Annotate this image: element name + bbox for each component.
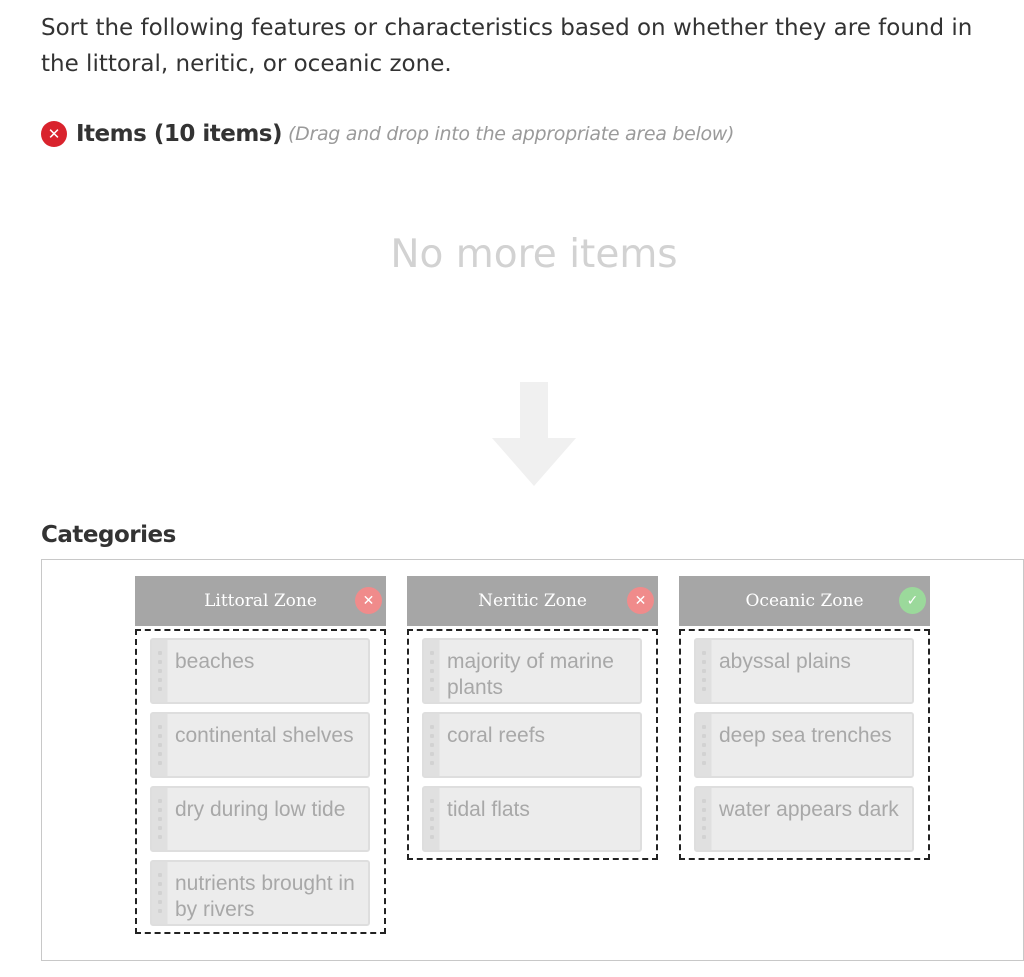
draggable-item[interactable]: continental shelves — [150, 712, 370, 778]
drag-handle-icon[interactable] — [424, 640, 440, 702]
category-header: Oceanic Zone ✓ — [679, 576, 930, 626]
draggable-item[interactable]: tidal flats — [422, 786, 642, 852]
drop-area[interactable]: beaches continental shelves dry during l… — [135, 629, 386, 934]
category-neritic-zone: Neritic Zone ✕ majority of marine plants… — [407, 576, 658, 860]
incorrect-icon: ✕ — [627, 587, 654, 614]
draggable-item[interactable]: nutrients brought in by rivers — [150, 860, 370, 926]
category-header: Littoral Zone ✕ — [135, 576, 386, 626]
item-label: nutrients brought in by rivers — [175, 872, 355, 921]
incorrect-icon: ✕ — [355, 587, 382, 614]
item-label: beaches — [175, 650, 255, 673]
drag-handle-icon[interactable] — [696, 788, 712, 850]
draggable-item[interactable]: deep sea trenches — [694, 712, 914, 778]
drag-handle-icon[interactable] — [152, 788, 168, 850]
drag-handle-icon[interactable] — [152, 862, 168, 924]
arrow-down-icon — [492, 382, 576, 486]
question-text: Sort the following features or character… — [41, 15, 973, 77]
drag-handle-icon[interactable] — [696, 714, 712, 776]
drag-handle-icon[interactable] — [152, 714, 168, 776]
empty-items-message: No more items — [390, 232, 678, 277]
item-label: coral reefs — [447, 724, 546, 747]
category-oceanic-zone: Oceanic Zone ✓ abyssal plains deep sea t… — [679, 576, 930, 860]
draggable-item[interactable]: water appears dark — [694, 786, 914, 852]
category-title: Littoral Zone — [204, 591, 317, 611]
draggable-item[interactable]: beaches — [150, 638, 370, 704]
item-label: dry during low tide — [175, 798, 346, 821]
draggable-item[interactable]: coral reefs — [422, 712, 642, 778]
item-label: majority of marine plants — [447, 650, 614, 699]
draggable-item[interactable]: abyssal plains — [694, 638, 914, 704]
sorting-question: Sort the following features or character… — [0, 0, 1024, 977]
item-label: continental shelves — [175, 724, 354, 747]
category-title: Neritic Zone — [478, 591, 587, 611]
correct-check-icon: ✓ — [899, 587, 926, 614]
items-hint: (Drag and drop into the appropriate area… — [288, 123, 735, 145]
category-header: Neritic Zone ✕ — [407, 576, 658, 626]
drag-handle-icon[interactable] — [424, 714, 440, 776]
items-header: ✕ Items (10 items) (Drag and drop into t… — [41, 116, 734, 152]
item-label: tidal flats — [447, 798, 530, 821]
category-title: Oceanic Zone — [745, 591, 864, 611]
drop-area[interactable]: majority of marine plants coral reefs ti… — [407, 629, 658, 860]
drag-handle-icon[interactable] — [696, 640, 712, 702]
draggable-item[interactable]: dry during low tide — [150, 786, 370, 852]
item-label: water appears dark — [719, 798, 899, 821]
items-title: Items (10 items) — [76, 121, 283, 147]
error-icon: ✕ — [41, 121, 67, 147]
categories-heading: Categories — [41, 522, 176, 548]
category-littoral-zone: Littoral Zone ✕ beaches continental shel… — [135, 576, 386, 934]
drag-handle-icon[interactable] — [424, 788, 440, 850]
drag-handle-icon[interactable] — [152, 640, 168, 702]
draggable-item[interactable]: majority of marine plants — [422, 638, 642, 704]
item-label: abyssal plains — [719, 650, 851, 673]
item-label: deep sea trenches — [719, 724, 892, 747]
drop-area[interactable]: abyssal plains deep sea trenches water a… — [679, 629, 930, 860]
